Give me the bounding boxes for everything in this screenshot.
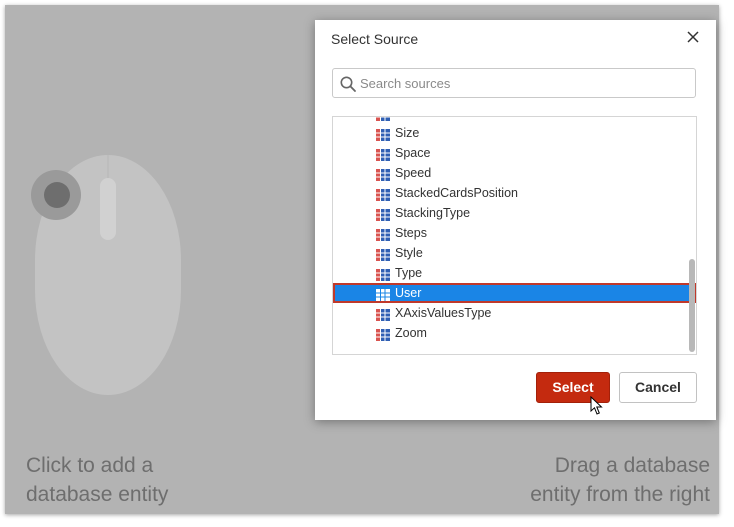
list-item[interactable]: StackedCardsPosition — [333, 183, 696, 203]
list-item-label: Speed — [395, 166, 432, 180]
list-item-label: Space — [395, 146, 431, 160]
table-icon — [376, 227, 390, 241]
table-icon — [376, 167, 390, 181]
table-icon — [376, 307, 390, 321]
list-item-label: User — [395, 286, 422, 300]
mouse-wheel — [100, 178, 116, 240]
list-item-label: Type — [395, 266, 423, 280]
source-list[interactable]: SideMenuBehavior Size Space Speed StackedCar… — [332, 116, 697, 355]
list-item[interactable]: User — [333, 283, 696, 303]
list-item[interactable]: XAxisValuesType — [333, 303, 696, 323]
list-item-label: StackedCardsPosition — [395, 186, 518, 200]
table-icon — [376, 327, 390, 341]
table-icon — [376, 247, 390, 261]
list-item[interactable]: Zoom — [333, 323, 696, 343]
click-indicator-center — [44, 182, 70, 208]
mouse-pointer-icon — [590, 395, 604, 416]
click-hint: Click to add a database entity — [26, 451, 276, 509]
search-input[interactable] — [360, 73, 680, 93]
list-item[interactable]: Speed — [333, 163, 696, 183]
list-item[interactable]: SideMenuBehavior — [333, 117, 696, 123]
list-item-label: Steps — [395, 226, 427, 240]
list-item[interactable]: Type — [333, 263, 696, 283]
list-item[interactable]: Steps — [333, 223, 696, 243]
list-item-label: Zoom — [395, 326, 427, 340]
list-item-label: StackingType — [395, 206, 471, 220]
search-box[interactable] — [332, 68, 696, 98]
close-icon[interactable] — [684, 28, 702, 46]
table-icon — [376, 117, 390, 121]
table-icon — [376, 187, 390, 201]
table-icon — [376, 147, 390, 161]
drag-hint-line1: Drag a database — [554, 454, 710, 477]
list-item[interactable]: Space — [333, 143, 696, 163]
table-icon — [376, 287, 390, 301]
drag-hint: Drag a database entity from the right — [465, 451, 710, 509]
drag-hint-line2: entity from the right — [530, 483, 710, 506]
click-hint-line1: Click to add a — [26, 454, 154, 477]
list-item[interactable]: StackingType — [333, 203, 696, 223]
cancel-button[interactable]: Cancel — [619, 372, 697, 403]
list-item-label: Size — [395, 126, 420, 140]
source-list-items: SideMenuBehavior Size Space Speed StackedCar… — [333, 117, 696, 343]
table-icon — [376, 207, 390, 221]
table-icon — [376, 127, 390, 141]
list-item-label: XAxisValuesType — [395, 306, 492, 320]
search-icon — [339, 75, 357, 93]
select-source-dialog: Select Source SideMenuBehaviorSizeSpaceS… — [315, 20, 716, 420]
scrollbar-thumb[interactable] — [689, 259, 695, 352]
click-hint-line2: database entity — [26, 483, 169, 506]
table-icon — [376, 267, 390, 281]
list-item[interactable]: Size — [333, 123, 696, 143]
dialog-title: Select Source — [331, 31, 419, 47]
list-item-label: Style — [395, 246, 423, 260]
list-item-label: SideMenuBehavior — [395, 117, 501, 123]
list-item[interactable]: Style — [333, 243, 696, 263]
